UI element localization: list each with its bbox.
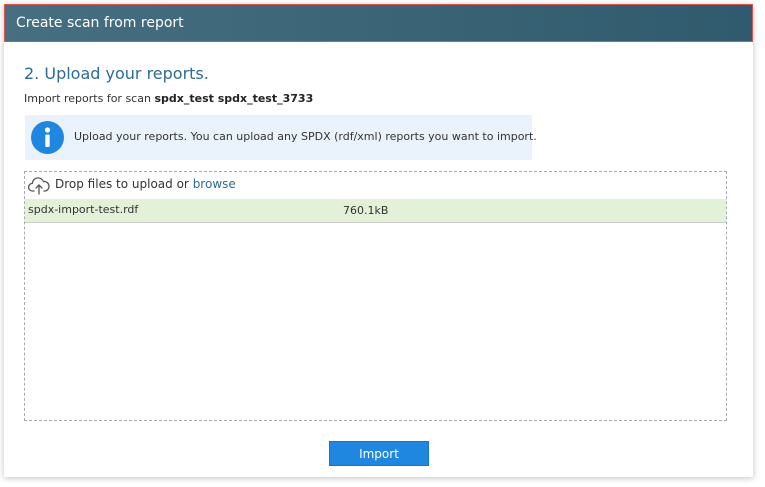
file-row: spdx-import-test.rdf 760.1kB — [25, 199, 726, 223]
scan-name: spdx_test spdx_test_3733 — [154, 92, 314, 105]
file-name: spdx-import-test.rdf — [28, 203, 139, 216]
file-size: 760.1kB — [343, 204, 389, 217]
browse-link[interactable]: browse — [193, 177, 236, 191]
dropzone-prompt: Drop files to upload or browse — [55, 177, 236, 192]
file-dropzone[interactable]: Drop files to upload or browse spdx-impo… — [24, 171, 727, 421]
cloud-upload-icon — [28, 177, 50, 195]
dropzone-header: Drop files to upload or browse — [25, 172, 726, 197]
dropzone-prompt-text: Drop files to upload or — [55, 177, 189, 191]
dialog-title: Create scan from report — [16, 15, 184, 31]
import-button[interactable]: Import — [329, 441, 429, 466]
info-banner: Upload your reports. You can upload any … — [25, 115, 537, 160]
subtitle-prefix: Import reports for scan — [24, 92, 151, 105]
create-scan-dialog: Create scan from report 2. Upload your r… — [4, 4, 753, 477]
dialog-titlebar: Create scan from report — [4, 4, 753, 42]
step-heading: 2. Upload your reports. — [24, 64, 209, 83]
info-icon — [31, 121, 64, 154]
info-text: Upload your reports. You can upload any … — [74, 130, 537, 143]
import-subtitle: Import reports for scan spdx_test spdx_t… — [24, 92, 313, 106]
